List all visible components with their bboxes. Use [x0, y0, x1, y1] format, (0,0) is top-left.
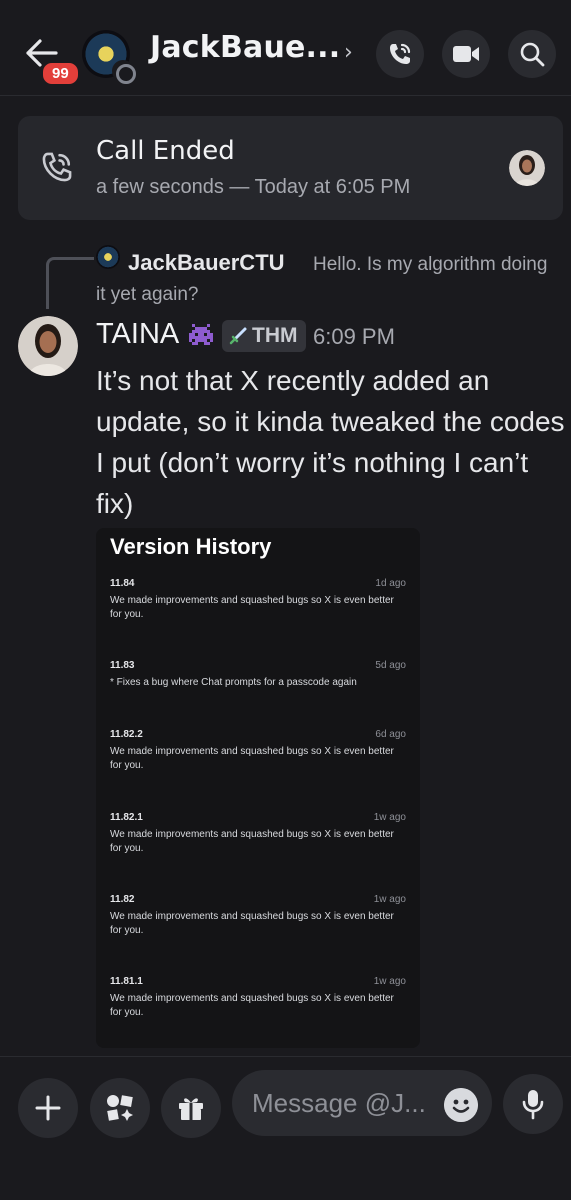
video-call-icon — [453, 46, 479, 62]
version-number: 11.82 — [110, 894, 135, 905]
participant-avatar — [509, 150, 545, 186]
version-note: We made improvements and squashed bugs s… — [110, 993, 394, 1018]
version-number: 11.81.1 — [110, 976, 143, 987]
version-age: 1w ago — [373, 976, 406, 987]
version-entry: 11.81.1 1w ago We made improvements and … — [110, 976, 406, 1020]
reply-text[interactable]: Hello. Is my algorithm doing — [313, 254, 547, 276]
version-note: We made improvements and squashed bugs s… — [110, 829, 394, 854]
version-entry: 11.82.1 1w ago We made improvements and … — [110, 812, 406, 856]
phone-icon — [40, 150, 74, 188]
alien-monster-icon — [189, 324, 213, 345]
microphone-icon — [522, 1090, 544, 1120]
sword-icon — [229, 327, 247, 345]
version-entry: 11.82.2 6d ago We made improvements and … — [110, 729, 406, 773]
message-input-placeholder: Message @J... — [252, 1088, 426, 1118]
gift-icon — [179, 1098, 203, 1120]
server-tag-label: THM — [252, 324, 298, 347]
channel-title[interactable]: JackBaue... — [150, 30, 340, 65]
version-note: We made improvements and squashed bugs s… — [110, 911, 394, 936]
add-attachment-button[interactable] — [18, 1078, 78, 1138]
gift-button[interactable] — [161, 1078, 221, 1138]
version-entry: 11.83 5d ago * Fixes a bug where Chat pr… — [110, 660, 406, 690]
version-age: 5d ago — [375, 660, 406, 671]
reply-text-continued[interactable]: it yet again? — [96, 284, 198, 306]
server-tag[interactable]: THM — [222, 320, 306, 352]
unread-badge: 99 — [40, 60, 81, 87]
call-ended-card: Call Ended a few seconds — Today at 6:05… — [18, 116, 563, 220]
plus-icon — [35, 1095, 61, 1121]
message-author[interactable]: TAINA — [96, 318, 179, 351]
version-number: 11.82.1 — [110, 812, 143, 823]
author-avatar[interactable] — [18, 316, 78, 376]
version-number: 11.82.2 — [110, 729, 143, 740]
apps-icon — [107, 1095, 133, 1121]
version-number: 11.83 — [110, 660, 135, 671]
chat-header: 99 JackBaue... › — [0, 0, 571, 96]
reply-author[interactable]: JackBauerCTU — [128, 250, 285, 276]
version-age: 1d ago — [375, 578, 406, 589]
search-button[interactable] — [508, 30, 556, 78]
version-entry: 11.84 1d ago We made improvements and sq… — [110, 578, 406, 622]
version-note: We made improvements and squashed bugs s… — [110, 746, 394, 771]
version-entry: 11.82 1w ago We made improvements and sq… — [110, 894, 406, 938]
voice-message-button[interactable] — [503, 1074, 563, 1134]
voice-call-button[interactable] — [376, 30, 424, 78]
image-attachment[interactable]: Version History 11.84 1d ago We made imp… — [96, 528, 420, 1048]
reply-avatar — [96, 245, 120, 269]
version-number: 11.84 — [110, 578, 135, 589]
emoji-picker-icon[interactable] — [444, 1088, 478, 1122]
message-body: It’s not that X recently added an update… — [96, 365, 565, 519]
version-age: 1w ago — [373, 812, 406, 823]
call-ended-title: Call Ended — [96, 136, 235, 166]
version-age: 1w ago — [373, 894, 406, 905]
version-age: 6d ago — [375, 729, 406, 740]
version-note: * Fixes a bug where Chat prompts for a p… — [110, 677, 357, 688]
version-history-title: Version History — [110, 534, 272, 559]
chevron-right-icon[interactable]: › — [344, 40, 353, 65]
voice-call-icon — [390, 43, 411, 64]
status-offline-icon — [112, 60, 136, 84]
reply-connector — [46, 257, 94, 309]
video-call-button[interactable] — [442, 30, 490, 78]
call-ended-subtitle: a few seconds — Today at 6:05 PM — [96, 176, 411, 198]
message-timestamp: 6:09 PM — [313, 324, 395, 349]
apps-button[interactable] — [90, 1078, 150, 1138]
search-icon — [520, 42, 545, 67]
version-note: We made improvements and squashed bugs s… — [110, 595, 394, 620]
